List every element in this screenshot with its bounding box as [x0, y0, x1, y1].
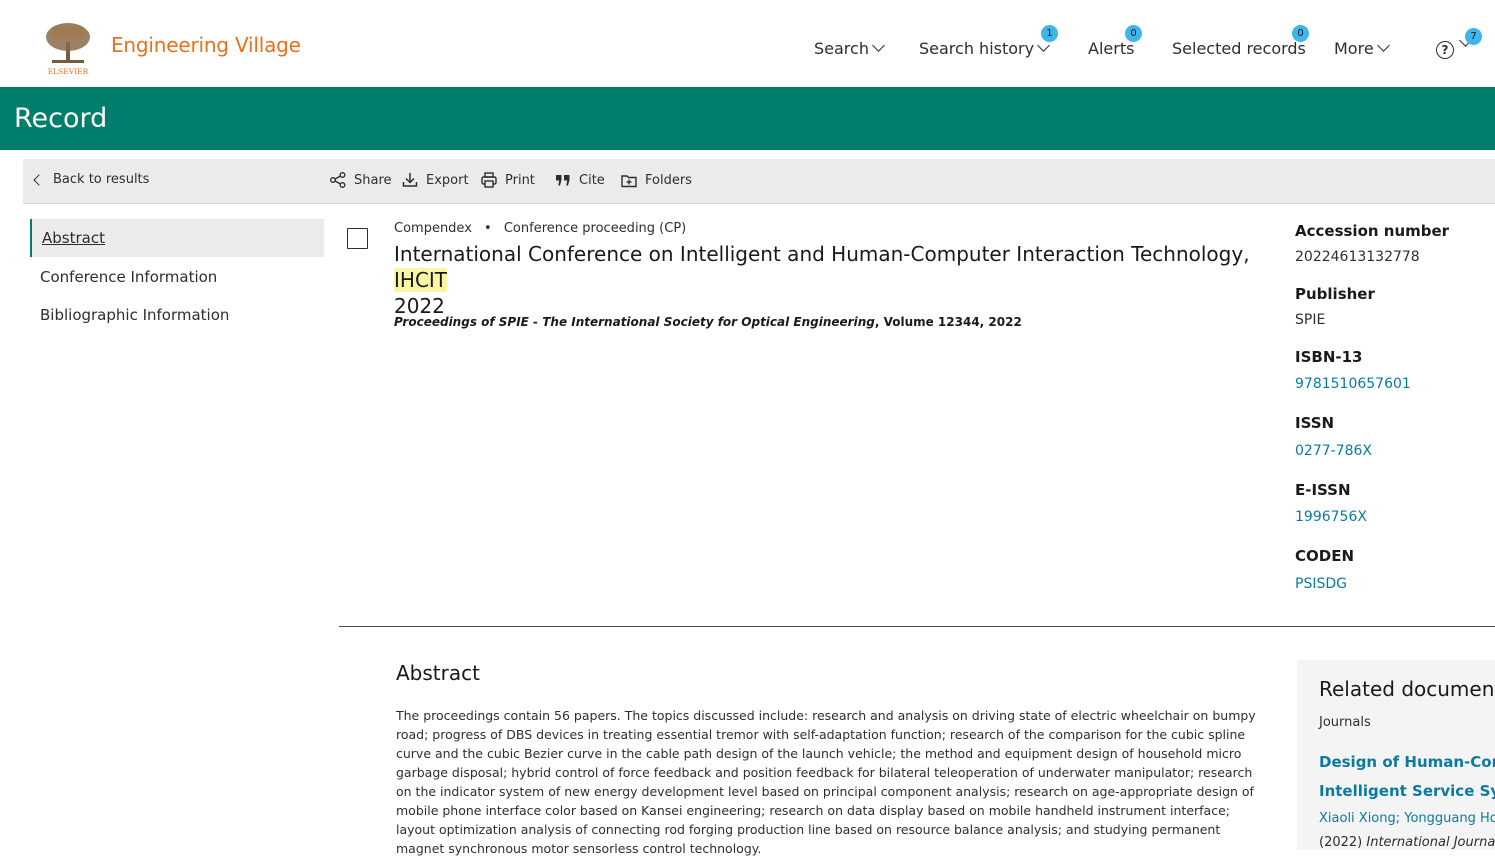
issn-link[interactable]: 0277-786X [1295, 443, 1372, 459]
nav-search[interactable]: Search [814, 39, 885, 58]
folders-label: Folders [645, 172, 692, 188]
nav-search-history[interactable]: Search history [919, 39, 1050, 58]
page-banner: Record [0, 87, 1495, 150]
accession-number-value: 20224613132778 [1295, 249, 1420, 265]
nav-more[interactable]: More [1334, 39, 1390, 58]
help-count-badge: 7 [1465, 28, 1482, 45]
related-document-year: (2022) [1319, 835, 1367, 850]
top-header: ELSEVIER Engineering Village Search Sear… [0, 0, 1495, 87]
abstract-text: The proceedings contain 56 papers. The t… [396, 708, 1256, 856]
help-circle-icon[interactable]: ? [1436, 41, 1454, 59]
folders-button[interactable]: Folders [620, 171, 692, 189]
alerts-count-badge: 0 [1125, 25, 1142, 42]
source-title: Proceedings of SPIE - The International … [394, 315, 875, 329]
source-volume: , Volume 12344, 2022 [874, 315, 1022, 329]
folder-icon [621, 175, 637, 188]
related-document-journal: International Journal of [1366, 835, 1495, 850]
coden-label: CODEN [1295, 547, 1355, 565]
eissn-link[interactable]: 1996756X [1295, 509, 1367, 525]
record-title-text: International Conference on Intelligent … [394, 242, 1250, 266]
elsevier-logo[interactable]: ELSEVIER [42, 20, 94, 78]
section-divider [339, 626, 1495, 627]
print-label: Print [505, 172, 535, 188]
brand-name[interactable]: Engineering Village [111, 33, 301, 57]
related-document-link[interactable]: Design of Human-Computer Intelligent Ser… [1319, 748, 1495, 806]
sidebar-item-bibliographic-information[interactable]: Bibliographic Information [30, 296, 324, 334]
nav-search-history-label: Search history [919, 39, 1035, 58]
back-to-results-button[interactable]: Back to results [33, 172, 150, 187]
related-document-authors[interactable]: Xiaoli Xiong; Yongguang Hou [1319, 811, 1495, 826]
related-document-source: (2022) International Journal of [1319, 835, 1495, 850]
coden-link[interactable]: PSISDG [1295, 576, 1347, 592]
related-document-title-line2: Intelligent Service System [1319, 782, 1495, 800]
issn-label: ISSN [1295, 414, 1335, 432]
select-record-checkbox[interactable] [347, 228, 368, 249]
share-label: Share [354, 172, 392, 188]
eissn-label: E-ISSN [1295, 481, 1351, 499]
share-button[interactable]: Share [329, 171, 392, 189]
export-label: Export [426, 172, 469, 188]
print-icon [481, 172, 497, 188]
cite-button[interactable]: Cite [554, 171, 605, 189]
cite-icon [556, 175, 570, 186]
cite-label: Cite [579, 172, 605, 188]
nav-more-label: More [1334, 39, 1374, 58]
record-title: International Conference on Intelligent … [394, 241, 1284, 319]
document-type-label: Conference proceeding (CP) [503, 221, 687, 236]
record-source: Proceedings of SPIE - The International … [394, 315, 1022, 329]
share-icon [330, 172, 346, 188]
related-documents-heading: Related documents [1319, 677, 1495, 701]
accession-number-label: Accession number [1295, 222, 1450, 240]
back-to-results-label: Back to results [53, 172, 150, 187]
chevron-down-icon [872, 39, 885, 52]
related-documents-panel: Related documents Journals Design of Hum… [1297, 660, 1495, 850]
export-button[interactable]: Export [401, 171, 469, 189]
sidebar-item-abstract[interactable]: Abstract [30, 219, 324, 257]
chevron-left-icon [33, 173, 45, 186]
selected-records-count-badge: 0 [1292, 25, 1309, 42]
meta-separator: • [484, 221, 492, 236]
related-document-title-line1: Design of Human-Computer [1319, 753, 1495, 771]
nav-alerts[interactable]: Alerts [1088, 39, 1134, 58]
sidebar-item-conference-information[interactable]: Conference Information [30, 258, 324, 296]
page-title: Record [14, 103, 108, 134]
publisher-value: SPIE [1295, 312, 1326, 328]
record-toolbar: Back to results Share Export Print Cite … [23, 159, 1495, 204]
search-history-count-badge: 1 [1041, 25, 1058, 42]
nav-selected-records-label: Selected records [1172, 39, 1306, 58]
export-icon [402, 173, 418, 187]
record-meta: Compendex • Conference proceeding (CP) [394, 221, 686, 236]
abstract-heading: Abstract [396, 661, 480, 685]
isbn-link[interactable]: 9781510657601 [1295, 376, 1411, 392]
related-category: Journals [1319, 715, 1371, 730]
elsevier-wordmark: ELSEVIER [47, 67, 89, 76]
nav-alerts-label: Alerts [1088, 39, 1135, 58]
record-title-highlight: IHCIT [394, 268, 448, 292]
chevron-down-icon [1376, 39, 1390, 52]
print-button[interactable]: Print [480, 171, 535, 189]
isbn-label: ISBN-13 [1295, 348, 1363, 366]
publisher-label: Publisher [1295, 285, 1375, 303]
nav-selected-records[interactable]: Selected records [1172, 39, 1306, 58]
database-label: Compendex [394, 221, 472, 236]
nav-search-label: Search [814, 39, 869, 58]
